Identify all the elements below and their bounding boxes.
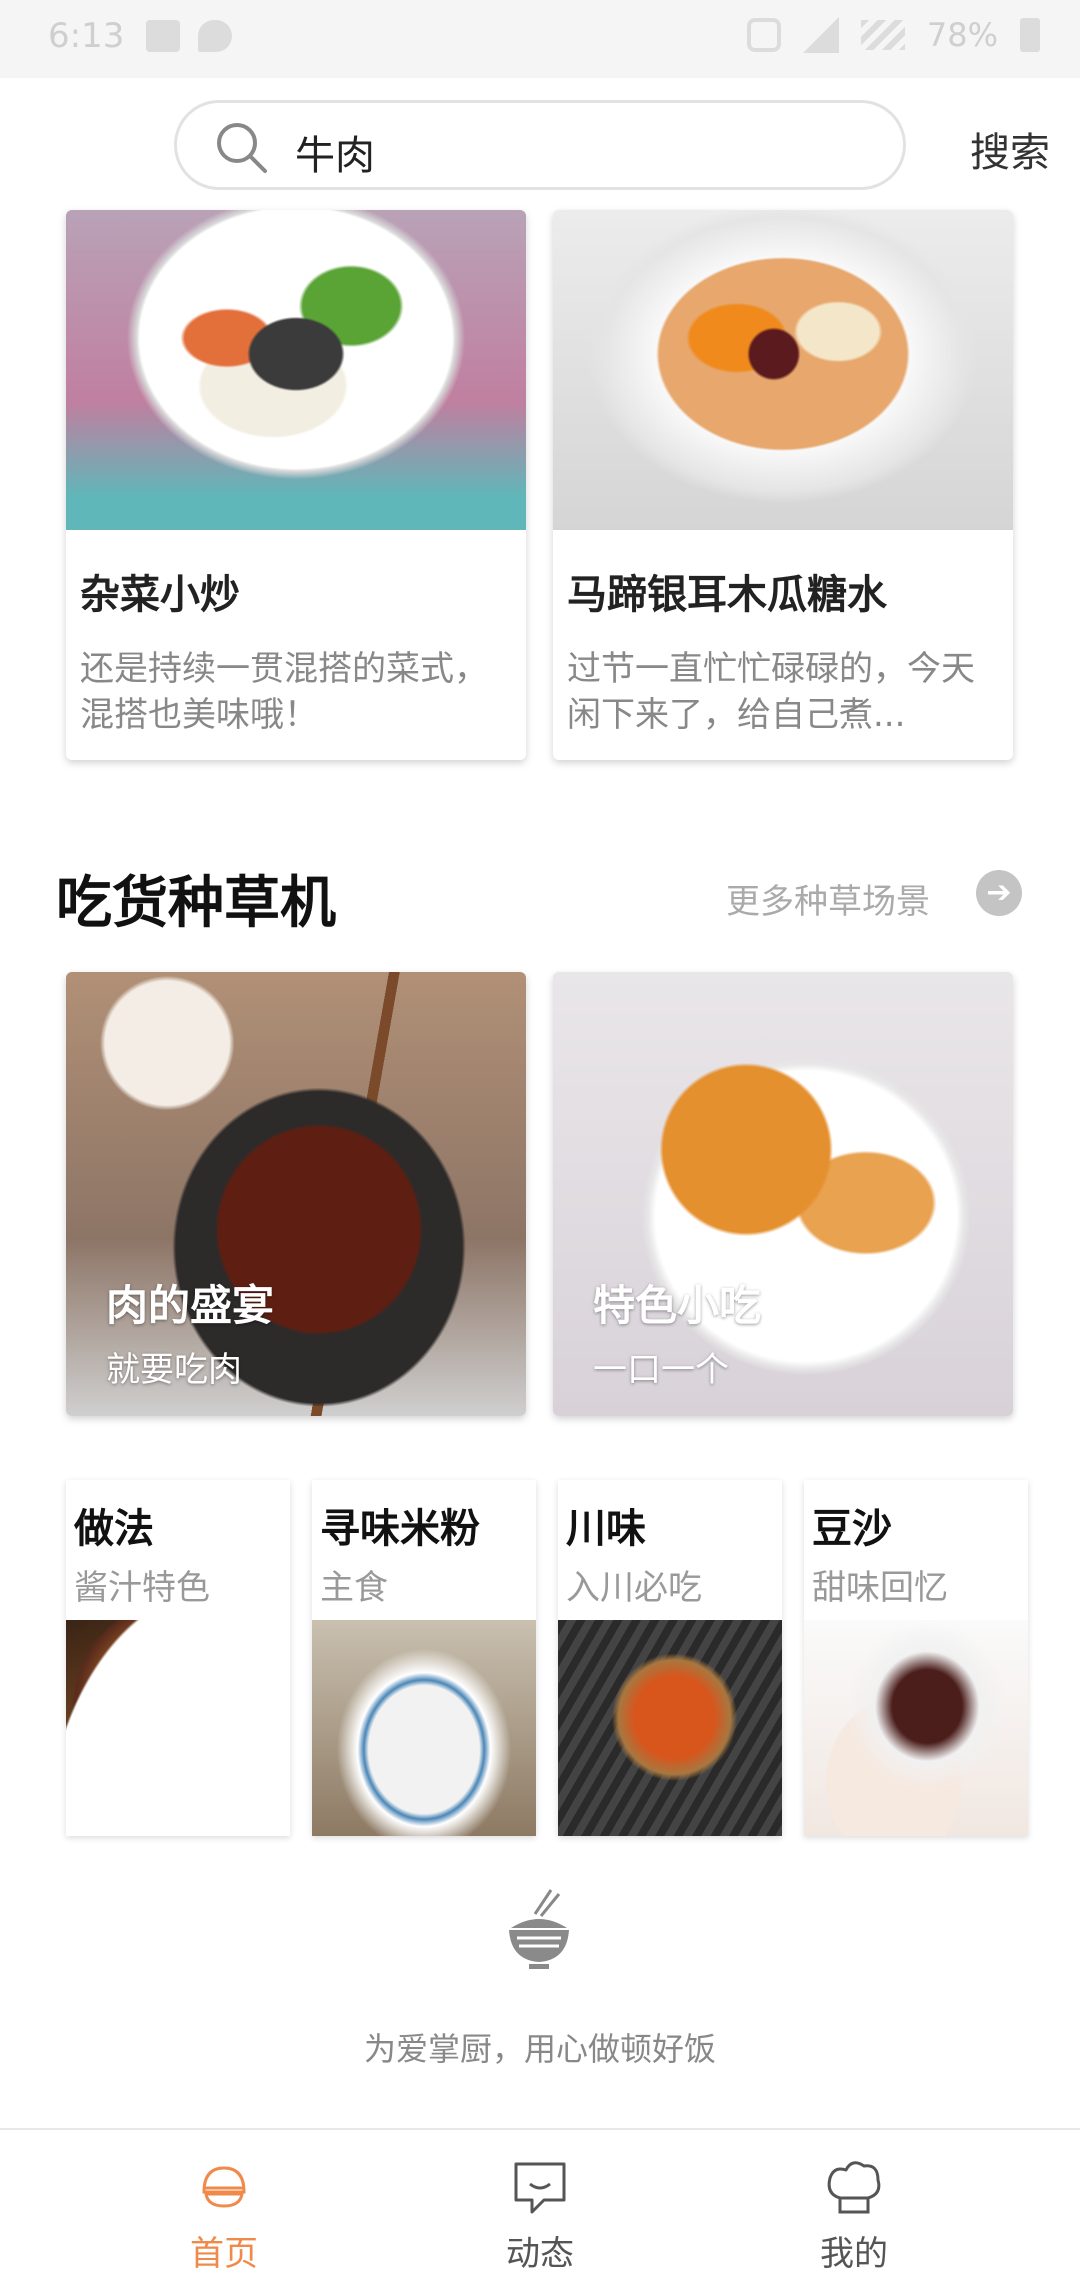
category-subtitle: 酱汁特色 — [74, 1568, 210, 1608]
chef-hat-home-icon — [202, 2166, 246, 2208]
arrow-right-icon[interactable]: ➔ — [976, 870, 1022, 916]
search-icon — [217, 123, 267, 173]
search-input[interactable]: 牛肉 — [174, 100, 906, 190]
chat-notification-icon — [198, 20, 232, 52]
feature-subtitle: 就要吃肉 — [106, 1350, 242, 1390]
bottom-navigation: 首页 动态 我的 — [0, 2128, 1080, 2280]
category-image — [66, 1620, 290, 1836]
nav-home[interactable]: 首页 — [104, 2130, 344, 2280]
status-time: 6:13 — [48, 16, 125, 56]
recipe-card[interactable]: 马蹄银耳木瓜糖水 过节一直忙忙碌碌的，今天闲下来了，给自己煮... — [553, 210, 1013, 760]
noodle-bowl-icon — [509, 1889, 569, 1969]
nav-label: 首页 — [190, 2234, 258, 2274]
nav-profile[interactable]: 我的 — [734, 2130, 974, 2280]
status-bar: 6:13 78% — [0, 0, 1080, 78]
chat-bubble-icon — [514, 2162, 566, 2214]
section-title: 吃货种草机 — [56, 871, 336, 936]
chef-hat-profile-icon — [827, 2161, 881, 2214]
more-scenes-link[interactable]: 更多种草场景 — [726, 874, 930, 923]
category-image — [312, 1620, 536, 1836]
signal-icon — [802, 17, 839, 53]
feature-card-snack[interactable]: 特色小吃 一口一个 — [553, 972, 1013, 1416]
feature-title: 肉的盛宴 — [106, 1281, 275, 1330]
nav-label: 我的 — [820, 2234, 888, 2274]
search-button[interactable]: 搜索 — [970, 120, 1050, 178]
recipe-title: 杂菜小炒 — [80, 572, 240, 618]
notification-icons — [146, 20, 232, 52]
category-card[interactable]: 做法 酱汁特色 — [66, 1480, 290, 1836]
feature-subtitle: 一口一个 — [593, 1350, 729, 1390]
recipe-description: 过节一直忙忙碌碌的，今天闲下来了，给自己煮... — [567, 649, 975, 735]
battery-percent: 78% — [926, 16, 998, 54]
nav-feed[interactable]: 动态 — [420, 2130, 660, 2280]
vibrate-icon — [746, 18, 781, 52]
search-query-text: 牛肉 — [295, 133, 375, 179]
recipe-description: 还是持续一贯混搭的菜式，混搭也美味哦！ — [80, 649, 488, 735]
category-title: 寻味米粉 — [320, 1506, 480, 1552]
category-title: 豆沙 — [812, 1506, 892, 1552]
category-card[interactable]: 寻味米粉 主食 — [312, 1480, 536, 1836]
category-subtitle: 主食 — [320, 1568, 388, 1608]
footer-slogan: 为爱掌厨，用心做顿好饭 — [363, 2030, 716, 2068]
category-title: 川味 — [566, 1506, 646, 1552]
feature-title: 特色小吃 — [593, 1281, 762, 1330]
category-card[interactable]: 豆沙 甜味回忆 — [804, 1480, 1028, 1836]
recipe-card[interactable]: 杂菜小炒 还是持续一贯混搭的菜式，混搭也美味哦！ — [66, 210, 526, 760]
category-subtitle: 甜味回忆 — [812, 1568, 948, 1608]
feature-card-meat[interactable]: 肉的盛宴 就要吃肉 — [66, 972, 526, 1416]
nav-label: 动态 — [506, 2234, 574, 2274]
category-image — [558, 1620, 782, 1836]
recipe-title: 马蹄银耳木瓜糖水 — [567, 572, 887, 618]
search-header: 牛肉 搜索 — [0, 78, 1080, 210]
category-subtitle: 入川必吃 — [566, 1568, 702, 1608]
category-image — [804, 1620, 1028, 1836]
image-notification-icon — [146, 20, 180, 52]
wifi-icon — [860, 20, 905, 50]
category-title: 做法 — [74, 1506, 154, 1552]
recipe-image — [553, 210, 1013, 530]
system-icons: 78% — [746, 16, 1040, 54]
battery-icon — [1020, 18, 1040, 52]
recipe-image — [66, 210, 526, 530]
category-card[interactable]: 川味 入川必吃 — [558, 1480, 782, 1836]
